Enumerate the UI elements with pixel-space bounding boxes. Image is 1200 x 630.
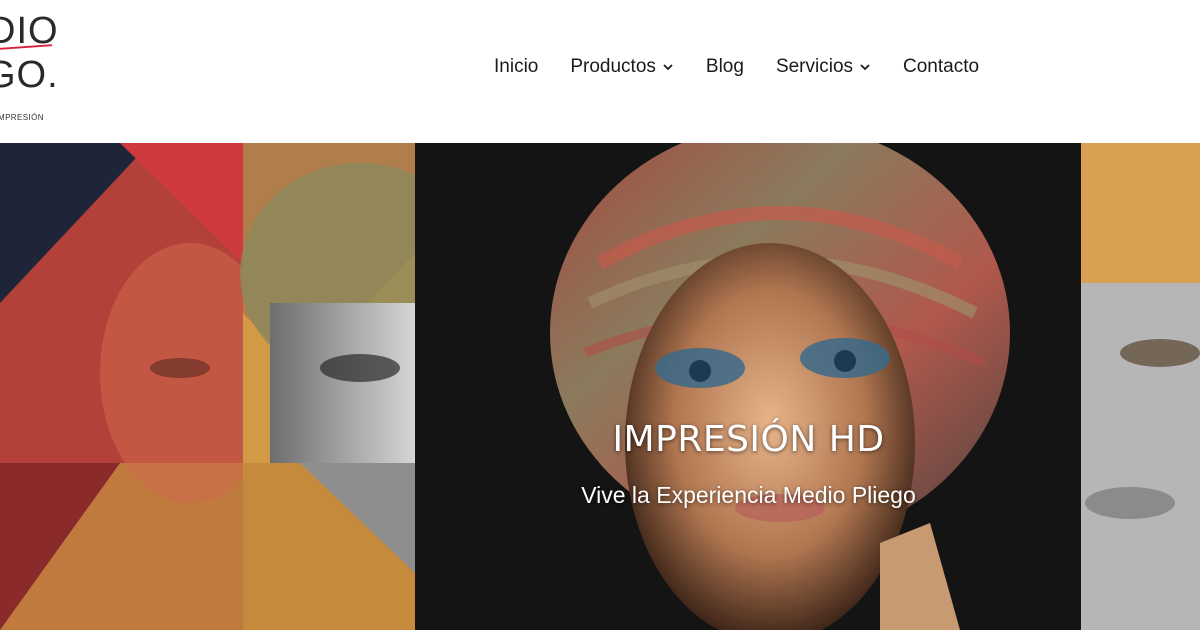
hero-image <box>0 143 1200 630</box>
hero-title: IMPRESIÓN HD <box>612 419 885 460</box>
nav-item-label: Inicio <box>494 56 539 77</box>
nav-item-label: Productos <box>570 56 656 77</box>
main-nav: Inicio Productos Blog Servicios Contacto <box>494 54 979 80</box>
nav-item-label: Servicios <box>775 56 854 77</box>
logo-tagline: MPRESIÓN <box>0 113 44 122</box>
logo[interactable]: DIO GO. MPRESIÓN <box>0 0 80 130</box>
site-header: DIO GO. MPRESIÓN Inicio Productos Blog S… <box>0 0 1200 143</box>
logo-line2: GO. <box>0 54 59 96</box>
nav-item-servicios[interactable]: Servicios <box>776 56 871 78</box>
nav-item-blog[interactable]: Blog <box>706 56 744 78</box>
nav-item-label: Blog <box>705 56 744 77</box>
nav-item-inicio[interactable]: Inicio <box>494 56 538 78</box>
hero-subtitle: Vive la Experiencia Medio Pliego <box>581 482 916 508</box>
hero-banner: IMPRESIÓN HD Vive la Experiencia Medio P… <box>0 143 1200 630</box>
nav-item-label: Contacto <box>903 56 980 77</box>
chevron-down-icon <box>663 64 673 71</box>
chevron-down-icon <box>860 64 870 71</box>
nav-item-productos[interactable]: Productos <box>570 56 674 78</box>
nav-item-contacto[interactable]: Contacto <box>903 56 979 78</box>
